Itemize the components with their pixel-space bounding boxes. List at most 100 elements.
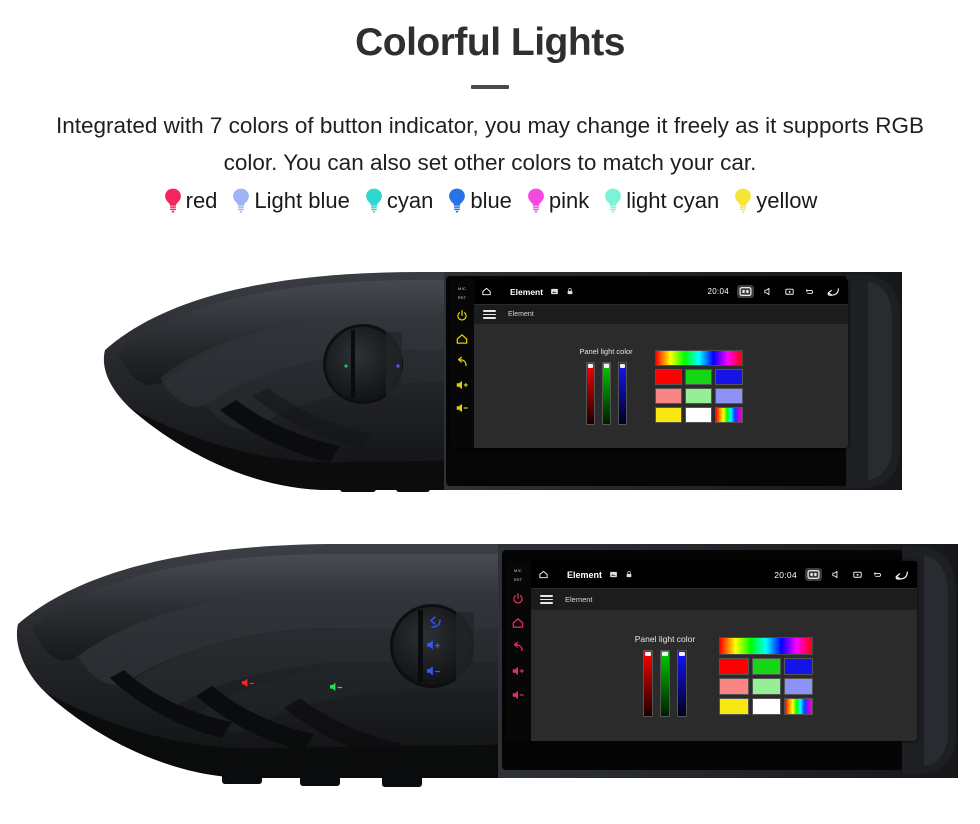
android-status-bar-bottom: Element 20:04	[531, 561, 917, 588]
volume-up-icon[interactable]	[511, 664, 525, 678]
bulb-icon	[365, 188, 382, 214]
bulb-icon	[605, 188, 622, 214]
bulb-legend-item: red	[156, 187, 225, 215]
bulb-icon	[164, 188, 181, 214]
android-status-bar-top: Element 20:04	[474, 279, 848, 304]
color-swatch-blue[interactable]	[783, 657, 814, 675]
home-icon[interactable]	[511, 616, 525, 630]
color-swatch-white[interactable]	[685, 406, 713, 423]
page-root: Colorful Lights Integrated with 7 colors…	[0, 0, 980, 824]
bulb-legend-item: cyan	[357, 187, 440, 215]
blue-slider[interactable]	[676, 650, 687, 717]
panel-light-color-group-bottom: Panel light color	[635, 634, 695, 717]
record-icon[interactable]	[783, 286, 796, 297]
back-icon[interactable]	[455, 355, 469, 369]
color-swatch-white[interactable]	[751, 697, 781, 715]
image-icon[interactable]	[609, 570, 618, 579]
app-bar-top: Element	[474, 304, 848, 324]
bulb-legend-label: blue	[470, 188, 512, 214]
reset-label: RST	[513, 577, 523, 582]
lock-icon[interactable]	[625, 570, 633, 579]
color-swatch-grid-bottom[interactable]	[719, 657, 814, 715]
screenshot-icon[interactable]	[737, 285, 754, 298]
head-unit-screen-bottom[interactable]: MIC RST Element 20:04 Element Panel ligh…	[505, 561, 917, 741]
head-unit-screen-top[interactable]: MIC RST Element 20:04 Element Panel ligh…	[450, 279, 848, 448]
color-swatch-green[interactable]	[751, 657, 781, 675]
bulb-icon	[233, 188, 250, 214]
back-icon[interactable]	[511, 640, 525, 654]
app-bar-bottom: Element	[531, 588, 917, 610]
color-swatch-red[interactable]	[654, 368, 682, 385]
bulb-legend-item: yellow	[726, 187, 824, 215]
hardware-button-strip-bottom[interactable]: MIC RST	[505, 561, 531, 741]
color-swatch-periwinkle[interactable]	[715, 387, 743, 404]
color-swatch-group-bottom	[719, 636, 814, 715]
swipe-icon[interactable]	[804, 286, 817, 297]
status-bar-clock: 20:04	[707, 287, 729, 296]
reset-label: RST	[457, 295, 467, 300]
bulb-legend-label: cyan	[386, 188, 434, 214]
home-icon[interactable]	[537, 569, 550, 580]
bulb-legend-label: light cyan	[626, 188, 720, 214]
image-icon[interactable]	[550, 287, 559, 296]
green-slider[interactable]	[659, 650, 670, 717]
back-icon[interactable]	[825, 285, 842, 298]
panel-light-color-label: Panel light color	[634, 634, 696, 644]
power-icon[interactable]	[511, 592, 525, 606]
hamburger-icon[interactable]	[540, 595, 553, 604]
volume-down-icon[interactable]	[455, 401, 469, 415]
hue-spectrum-bar[interactable]	[654, 349, 743, 366]
back-icon[interactable]	[893, 568, 911, 582]
header-description: Integrated with 7 colors of button indic…	[56, 112, 924, 176]
record-icon[interactable]	[851, 569, 864, 580]
bulb-legend-label: Light blue	[254, 188, 350, 214]
color-swatch-rainbow[interactable]	[783, 697, 814, 715]
color-swatch-salmon[interactable]	[654, 387, 682, 404]
hardware-button-strip-top[interactable]: MIC RST	[450, 279, 474, 448]
mic-label: MIC	[458, 286, 466, 291]
settings-content-top: Panel light color	[474, 324, 848, 448]
color-swatch-group-top	[654, 349, 743, 423]
red-slider[interactable]	[642, 650, 653, 717]
color-swatch-green[interactable]	[685, 368, 713, 385]
color-swatch-mint[interactable]	[685, 387, 713, 404]
mic-label: MIC	[514, 568, 522, 573]
bulb-icon	[449, 188, 466, 214]
bulb-icon	[528, 188, 544, 214]
red-slider[interactable]	[585, 362, 595, 425]
home-icon[interactable]	[480, 286, 493, 297]
bulb-legend-item: blue	[440, 187, 519, 215]
header: Colorful Lights Integrated with 7 colors…	[0, 0, 980, 215]
settings-content-bottom: Panel light color	[531, 610, 917, 741]
title-divider	[471, 84, 509, 89]
status-bar-title: Element	[510, 286, 544, 297]
hue-spectrum-bar[interactable]	[719, 636, 814, 655]
app-bar-title: Element	[565, 595, 593, 604]
bulb-legend-item: Light blue	[224, 187, 356, 215]
color-swatch-blue[interactable]	[715, 368, 743, 385]
bulb-legend-label: yellow	[756, 188, 818, 214]
swipe-icon[interactable]	[872, 569, 885, 580]
blue-slider[interactable]	[617, 362, 627, 425]
color-swatch-yellow[interactable]	[654, 406, 682, 423]
color-swatch-periwinkle[interactable]	[783, 677, 814, 695]
color-swatch-mint[interactable]	[751, 677, 781, 695]
home-icon[interactable]	[455, 332, 469, 346]
screenshot-icon[interactable]	[805, 568, 822, 581]
bulb-legend-item: light cyan	[596, 187, 726, 215]
color-swatch-rainbow[interactable]	[715, 406, 743, 423]
volume-down-icon[interactable]	[511, 688, 525, 702]
lock-icon[interactable]	[566, 287, 574, 296]
color-swatch-yellow[interactable]	[719, 697, 749, 715]
bulb-icon	[735, 188, 752, 214]
color-swatch-red[interactable]	[719, 657, 749, 675]
volume-icon[interactable]	[762, 286, 775, 297]
color-swatch-grid-top[interactable]	[654, 368, 743, 423]
green-slider[interactable]	[601, 362, 611, 425]
bulb-legend-label: pink	[548, 188, 590, 214]
volume-up-icon[interactable]	[455, 378, 469, 392]
hamburger-icon[interactable]	[483, 310, 496, 319]
power-icon[interactable]	[455, 309, 469, 323]
volume-icon[interactable]	[830, 569, 843, 580]
color-swatch-salmon[interactable]	[719, 677, 749, 695]
